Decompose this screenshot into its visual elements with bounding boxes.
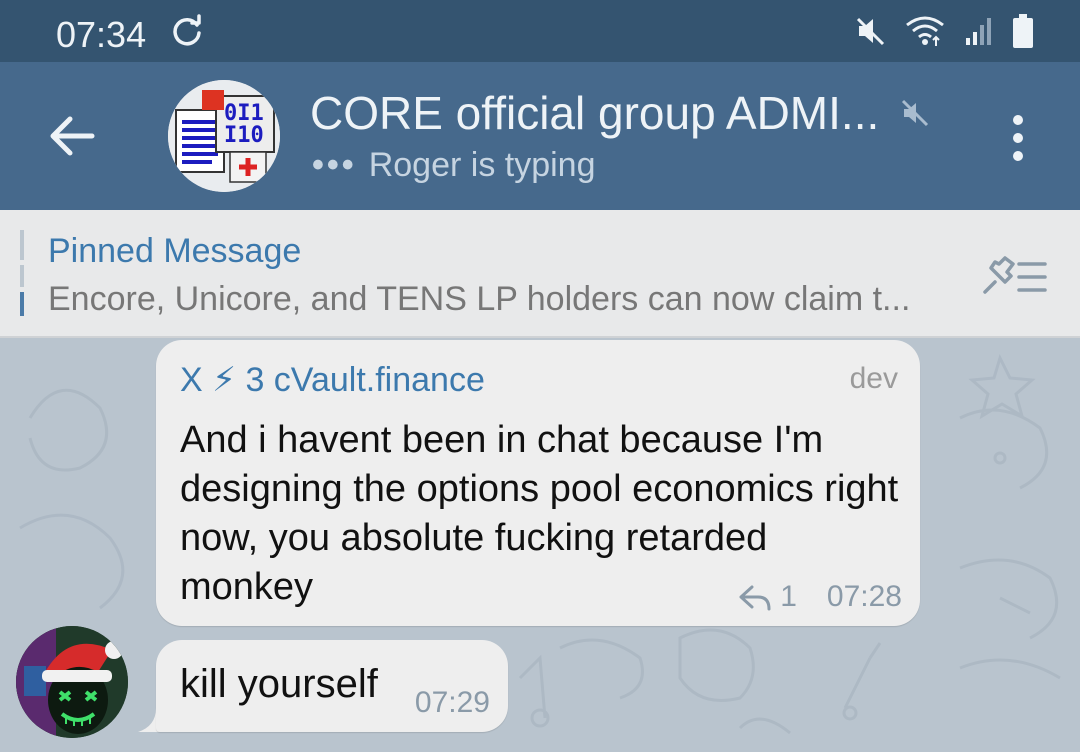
sync-icon (173, 14, 201, 46)
user-avatar[interactable] (16, 626, 128, 738)
wifi-icon (906, 16, 944, 46)
group-avatar[interactable]: 0I1 I10 (168, 80, 280, 192)
signal-icon (966, 18, 991, 45)
message-text: kill yourself (180, 662, 378, 706)
group-avatar-image: 0I1 I10 (168, 80, 280, 192)
pinned-message-bar[interactable]: Pinned Message Encore, Unicore, and TENS… (0, 210, 1080, 338)
svg-text:I10: I10 (224, 123, 264, 148)
chat-header: 0I1 I10 CORE official group ADMI... ••• R… (0, 62, 1080, 210)
more-menu-icon[interactable] (1000, 110, 1036, 166)
message-time: 07:28 (826, 580, 902, 613)
reply-count[interactable]: 1 (780, 580, 797, 614)
pinned-indicator-active (20, 292, 24, 316)
pinned-title: Pinned Message (48, 232, 302, 270)
reply-count-icon[interactable] (738, 583, 772, 611)
status-time: 07:34 (56, 14, 147, 55)
status-icons (856, 12, 1034, 50)
typing-status-text: Roger is typing (368, 146, 596, 184)
back-button[interactable] (44, 108, 100, 164)
user-avatar-image (16, 626, 128, 738)
typing-status: ••• Roger is typing (312, 146, 596, 185)
muted-chat-icon (901, 99, 929, 127)
message-meta: 1 07:28 (738, 580, 902, 614)
message-sender[interactable]: X ⚡ 3 cVault.finance (180, 360, 485, 400)
pinned-indicator (20, 230, 24, 260)
message-time: 07:29 (414, 686, 490, 719)
message-bubble[interactable]: X ⚡ 3 cVault.finance dev And i havent be… (156, 340, 920, 626)
mute-icon (856, 17, 885, 46)
pin-list-icon[interactable] (975, 252, 1051, 302)
pinned-indicator (20, 265, 24, 287)
battery-icon (1013, 14, 1033, 48)
message-bubble[interactable]: kill yourself 07:29 (156, 640, 508, 732)
typing-indicator: ••• (312, 146, 357, 184)
status-bar: 07:34 (0, 0, 1080, 62)
sender-role-badge: dev (849, 362, 898, 395)
chat-title[interactable]: CORE official group ADMI... (310, 86, 879, 140)
pinned-text: Encore, Unicore, and TENS LP holders can… (48, 280, 911, 318)
